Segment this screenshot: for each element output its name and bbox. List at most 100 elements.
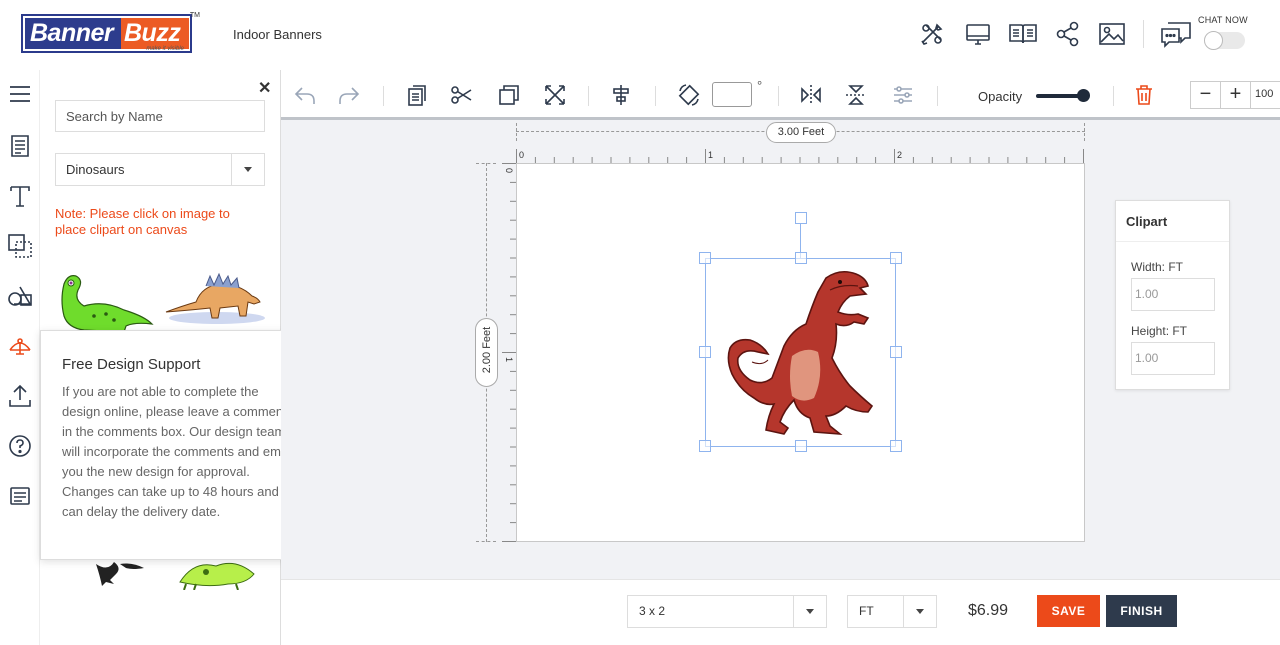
width-label: Width: FT <box>1131 260 1184 274</box>
chevron-down-icon <box>231 154 264 185</box>
toolbar-divider <box>383 86 384 106</box>
width-dimension-label: 3.00 Feet <box>766 122 836 143</box>
width-dimension-tick <box>516 123 517 141</box>
header-divider <box>1143 20 1144 48</box>
text-tool-icon[interactable] <box>6 182 34 210</box>
size-select[interactable]: 3 x 2 <box>627 595 827 628</box>
opacity-slider[interactable] <box>1036 89 1090 102</box>
flip-vertical-icon[interactable] <box>844 83 868 107</box>
rotation-angle-input[interactable] <box>712 82 752 107</box>
align-center-icon[interactable] <box>609 83 633 107</box>
ruler-label: 0 <box>504 168 514 173</box>
unit-value: FT <box>859 604 874 618</box>
logo-text-buzz: Buzz <box>121 18 189 49</box>
design-support-popup: Free Design Support ✕ If you are not abl… <box>40 330 310 560</box>
height-dimension-tick <box>476 541 496 542</box>
zoom-out-button[interactable]: − <box>1191 82 1221 108</box>
menu-icon[interactable] <box>6 80 34 108</box>
undo-icon[interactable] <box>293 83 317 107</box>
support-title: Free Design Support <box>62 356 201 373</box>
rotate-icon[interactable] <box>677 83 701 107</box>
comments-icon[interactable] <box>6 482 34 510</box>
logo-tagline: make it visible <box>146 46 184 52</box>
resize-handle-sw[interactable] <box>699 440 711 452</box>
degree-symbol: ° <box>757 78 763 93</box>
clipart-search-input[interactable] <box>55 100 265 132</box>
templates-icon[interactable] <box>6 132 34 160</box>
paste-icon[interactable] <box>405 83 429 107</box>
resize-handle-w[interactable] <box>699 346 711 358</box>
unit-select[interactable]: FT <box>847 595 937 628</box>
adjustments-icon[interactable] <box>891 83 915 107</box>
clipart-thumb-stegosaurus[interactable] <box>162 272 268 328</box>
flip-horizontal-icon[interactable] <box>799 83 823 107</box>
resize-handle-nw[interactable] <box>699 252 711 264</box>
preview-monitor-icon[interactable] <box>964 20 992 48</box>
support-body: If you are not able to complete the desi… <box>62 384 294 519</box>
duplicate-icon[interactable] <box>497 83 521 107</box>
redo-icon[interactable] <box>337 83 361 107</box>
save-button[interactable]: SAVE <box>1037 595 1100 627</box>
clipart-thumb-bird[interactable] <box>92 558 152 590</box>
height-dimension-pill: 2.00 Feet <box>475 318 498 387</box>
height-label: Height: FT <box>1131 324 1188 338</box>
bannerbuzz-logo[interactable]: Banner Buzz make it visible TM <box>21 12 200 53</box>
toolbar-divider <box>655 86 656 106</box>
edit-toolbar: ° Opacity − + 100 <box>281 70 1280 120</box>
left-ruler: 01 <box>502 163 516 542</box>
ruler-label: 2 <box>897 150 902 160</box>
clipart-tool-icon[interactable] <box>6 332 34 360</box>
chevron-down-icon <box>903 596 936 627</box>
opacity-label: Opacity <box>978 89 1023 104</box>
clipart-properties: Clipart Width: FT 1.00 Height: FT 1.00 <box>1115 200 1230 390</box>
background-tool-icon[interactable] <box>6 232 34 260</box>
shapes-tool-icon[interactable] <box>6 282 34 310</box>
zoom-control: − + 100 <box>1190 81 1280 109</box>
design-tools-icon[interactable] <box>918 20 946 48</box>
rotation-handle[interactable] <box>795 212 807 224</box>
toolbar-divider <box>1113 86 1114 106</box>
chevron-down-icon <box>793 596 826 627</box>
help-icon[interactable] <box>6 432 34 460</box>
resize-handle-ne[interactable] <box>890 252 902 264</box>
height-dimension-tick <box>476 163 496 164</box>
toolbar-divider <box>937 86 938 106</box>
ruler-label: 1 <box>708 150 713 160</box>
resize-handle-e[interactable] <box>890 346 902 358</box>
toolbar-divider <box>588 86 589 106</box>
opacity-slider-thumb[interactable] <box>1077 89 1090 102</box>
clipart-thumb-green-dino[interactable] <box>54 270 156 332</box>
cut-icon[interactable] <box>450 83 474 107</box>
placement-note: Note: Please click on image to place cli… <box>55 206 230 237</box>
resize-handle-s[interactable] <box>795 440 807 452</box>
chat-icon[interactable] <box>1159 20 1193 50</box>
width-input[interactable]: 1.00 <box>1131 278 1215 311</box>
ruler-label: 1 <box>504 357 514 362</box>
finish-button[interactable]: FINISH <box>1106 595 1177 627</box>
design-guide-icon[interactable] <box>1008 20 1037 48</box>
height-input[interactable]: 1.00 <box>1131 342 1215 375</box>
zoom-in-button[interactable]: + <box>1221 82 1251 108</box>
category-value: Dinosaurs <box>66 162 125 177</box>
clipart-properties-title: Clipart <box>1116 201 1229 242</box>
image-upload-icon[interactable] <box>1098 20 1126 48</box>
ruler-label: 0 <box>519 150 524 160</box>
chat-toggle[interactable] <box>1204 31 1245 50</box>
price: $6.99 <box>968 602 1009 619</box>
tool-rail <box>0 70 40 645</box>
top-ruler: 0 1 2 <box>516 149 1085 163</box>
chat-toggle-knob <box>1204 31 1223 50</box>
category-select[interactable]: Dinosaurs <box>55 153 265 186</box>
panel-close-icon[interactable]: ✕ <box>258 78 271 98</box>
delete-icon[interactable] <box>1132 83 1156 107</box>
logo-trademark: TM <box>189 12 200 19</box>
resize-handle-n[interactable] <box>795 252 807 264</box>
upload-icon[interactable] <box>6 382 34 410</box>
expand-icon[interactable] <box>543 83 567 107</box>
share-icon[interactable] <box>1054 20 1082 48</box>
selection-box <box>705 258 896 447</box>
resize-handle-se[interactable] <box>890 440 902 452</box>
size-value: 3 x 2 <box>639 604 666 618</box>
zoom-value: 100 <box>1255 88 1274 100</box>
chat-now-label: CHAT NOW <box>1198 15 1248 25</box>
